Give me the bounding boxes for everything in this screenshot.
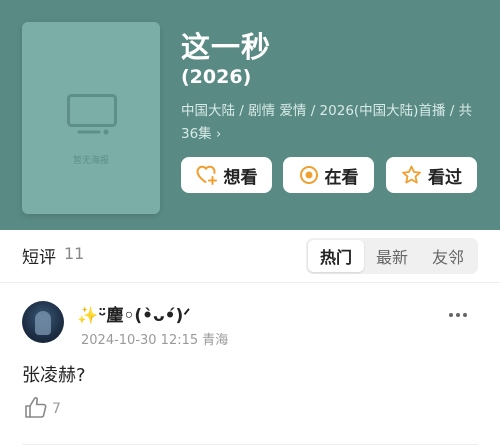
tab-friends[interactable]: 友邻 bbox=[420, 240, 476, 272]
comment-divider bbox=[22, 444, 478, 445]
more-dot bbox=[449, 313, 453, 317]
comment-date: 2024-10-30 12:15 bbox=[81, 333, 199, 348]
want-to-watch-label: 想看 bbox=[223, 167, 258, 188]
comment-item: ✨ᵕ̈麈◦(•̀ᴗ•́)ᐟ 2024-10-30 12:15 青海 张凌赫? 7 bbox=[0, 283, 500, 448]
show-meta[interactable]: 中国大陆 / 剧情 爱情 / 2026(中国大陆)首播 / 共36集 › bbox=[181, 100, 481, 146]
short-reviews-count: 11 bbox=[64, 244, 85, 263]
short-reviews-header: 短评 11 热门 最新 友邻 bbox=[0, 230, 500, 282]
watching-button[interactable]: 在看 bbox=[283, 157, 374, 193]
star-icon bbox=[402, 165, 421, 184]
show-meta-text: 中国大陆 / 剧情 爱情 / 2026(中国大陆)首播 / 共36集 bbox=[181, 103, 473, 142]
tab-hot[interactable]: 热门 bbox=[308, 240, 364, 272]
avatar[interactable] bbox=[22, 301, 64, 343]
sparkle-icon: ✨ bbox=[77, 306, 99, 326]
like-count: 7 bbox=[52, 400, 61, 417]
heart-plus-icon bbox=[196, 165, 217, 185]
comment-user-name-text: ᵕ̈麈◦(•̀ᴗ•́)ᐟ bbox=[98, 306, 191, 326]
review-sort-tabs: 热门 最新 友邻 bbox=[306, 238, 478, 274]
watched-button[interactable]: 看过 bbox=[386, 157, 477, 193]
target-circle-icon bbox=[299, 166, 318, 184]
chevron-right-icon: › bbox=[215, 127, 222, 142]
tab-latest[interactable]: 最新 bbox=[364, 240, 420, 272]
poster-placeholder: 暂无海报 bbox=[22, 22, 160, 214]
watched-label: 看过 bbox=[428, 167, 462, 188]
tv-icon bbox=[67, 94, 117, 135]
more-dot bbox=[456, 313, 460, 317]
watching-label: 在看 bbox=[324, 167, 359, 188]
poster-placeholder-text: 暂无海报 bbox=[72, 156, 109, 166]
show-title: 这一秒 bbox=[181, 30, 272, 64]
show-header: 暂无海报 这一秒 (2026) 中国大陆 / 剧情 爱情 / 2026(中国大陆… bbox=[0, 0, 500, 230]
show-year: (2026) bbox=[181, 66, 252, 88]
avatar-figure bbox=[35, 311, 51, 335]
more-dot bbox=[463, 313, 467, 317]
comment-user-name[interactable]: ✨ᵕ̈麈◦(•̀ᴗ•́)ᐟ bbox=[77, 301, 191, 326]
comment-text: 张凌赫? bbox=[22, 365, 86, 386]
more-dots-icon[interactable] bbox=[449, 313, 467, 317]
want-to-watch-button[interactable]: 想看 bbox=[181, 157, 272, 193]
like-button[interactable]: 7 bbox=[24, 396, 61, 419]
thumbs-up-icon bbox=[25, 397, 47, 418]
comment-location: 青海 bbox=[202, 333, 229, 348]
short-reviews-title: 短评 bbox=[22, 248, 56, 268]
comment-meta: 2024-10-30 12:15 青海 bbox=[81, 329, 228, 348]
